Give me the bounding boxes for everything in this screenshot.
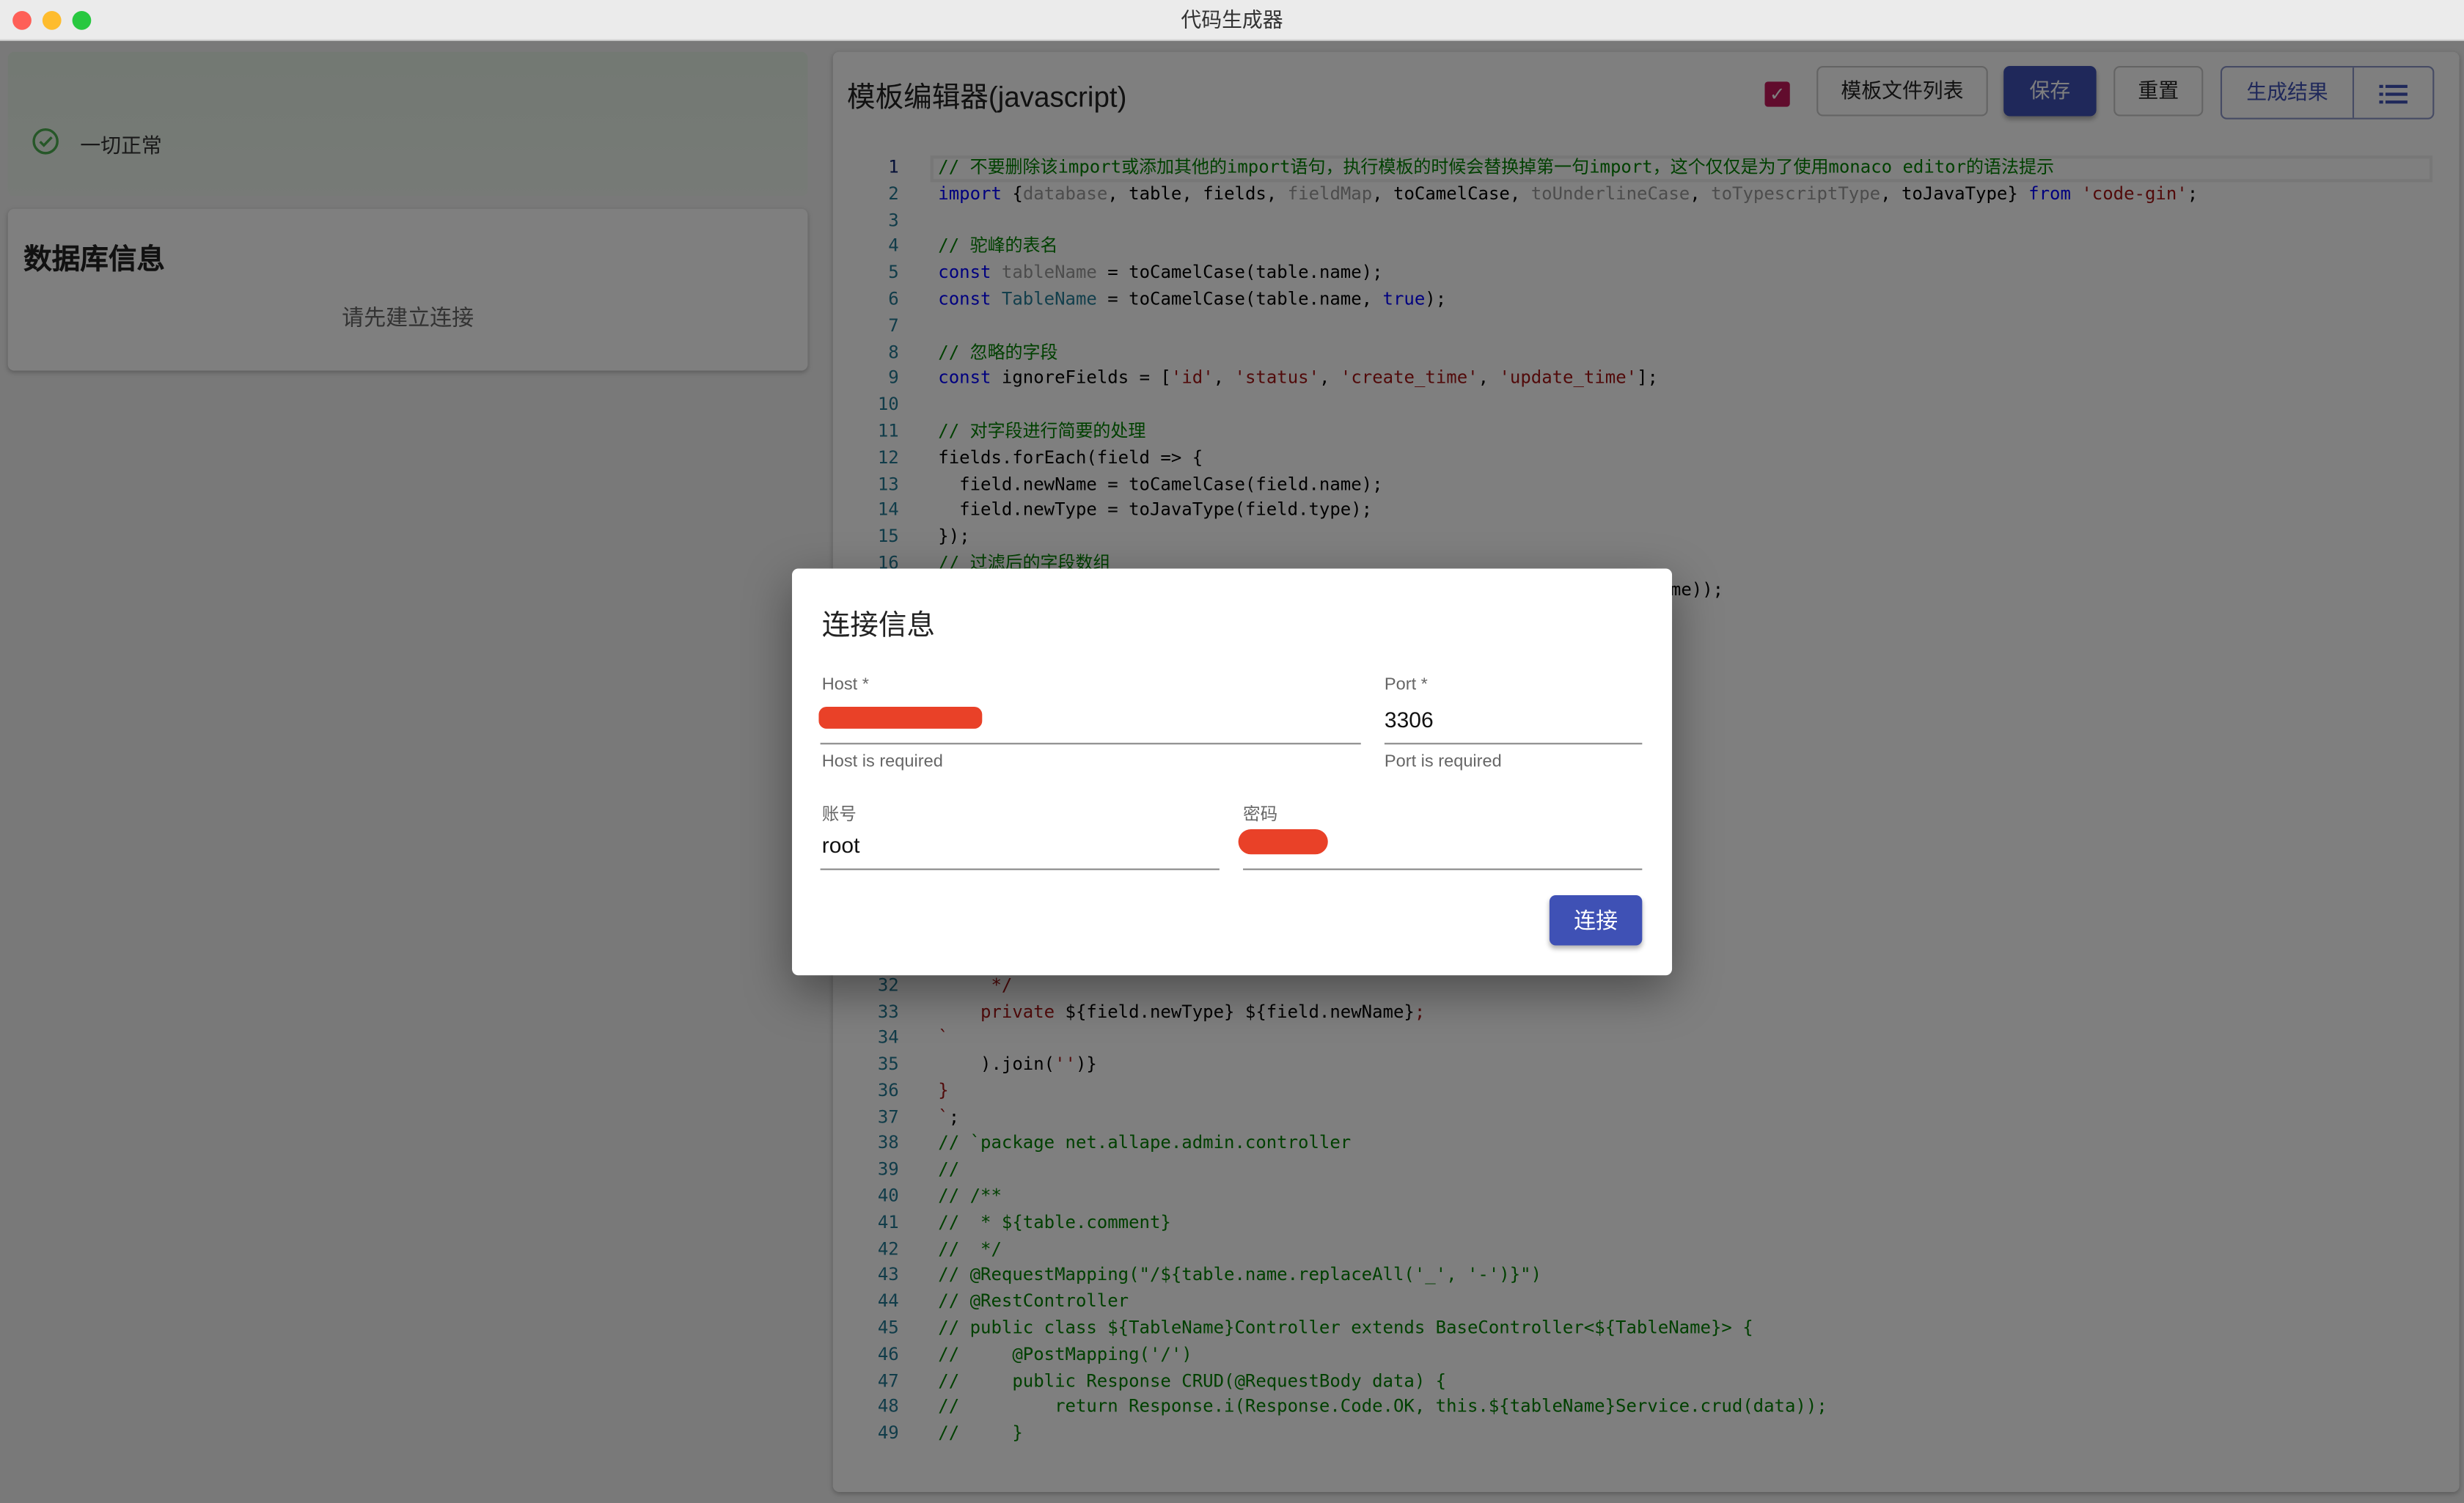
host-value-redacted bbox=[818, 706, 983, 729]
port-input[interactable]: 3306 bbox=[1385, 707, 1434, 732]
connect-button[interactable]: 连接 bbox=[1549, 894, 1643, 946]
minimize-window-button[interactable] bbox=[42, 10, 62, 30]
password-label: 密码 bbox=[1243, 805, 1278, 825]
dialog-title: 连接信息 bbox=[821, 609, 936, 641]
port-label: Port * bbox=[1384, 675, 1428, 694]
title-bar: 代码生成器 bbox=[0, 0, 2464, 41]
connection-dialog: 连接信息 Host * Host is required Port * 3306… bbox=[792, 568, 1673, 976]
host-underline bbox=[820, 743, 1361, 745]
port-helper-text: Port is required bbox=[1384, 752, 1502, 771]
close-window-button[interactable] bbox=[12, 10, 32, 30]
host-helper-text: Host is required bbox=[821, 752, 943, 771]
maximize-window-button[interactable] bbox=[72, 10, 92, 30]
account-input[interactable]: root bbox=[822, 832, 860, 857]
account-label: 账号 bbox=[821, 805, 857, 825]
account-underline bbox=[820, 868, 1220, 870]
app-window: 代码生成器 一切正常 数据库信息 请先建立连接 模板编辑器(javascript… bbox=[0, 0, 2464, 1503]
window-title: 代码生成器 bbox=[1181, 7, 1283, 32]
port-underline bbox=[1384, 743, 1643, 745]
host-label: Host * bbox=[821, 675, 869, 694]
password-underline bbox=[1243, 868, 1643, 870]
password-value-redacted bbox=[1238, 829, 1328, 855]
